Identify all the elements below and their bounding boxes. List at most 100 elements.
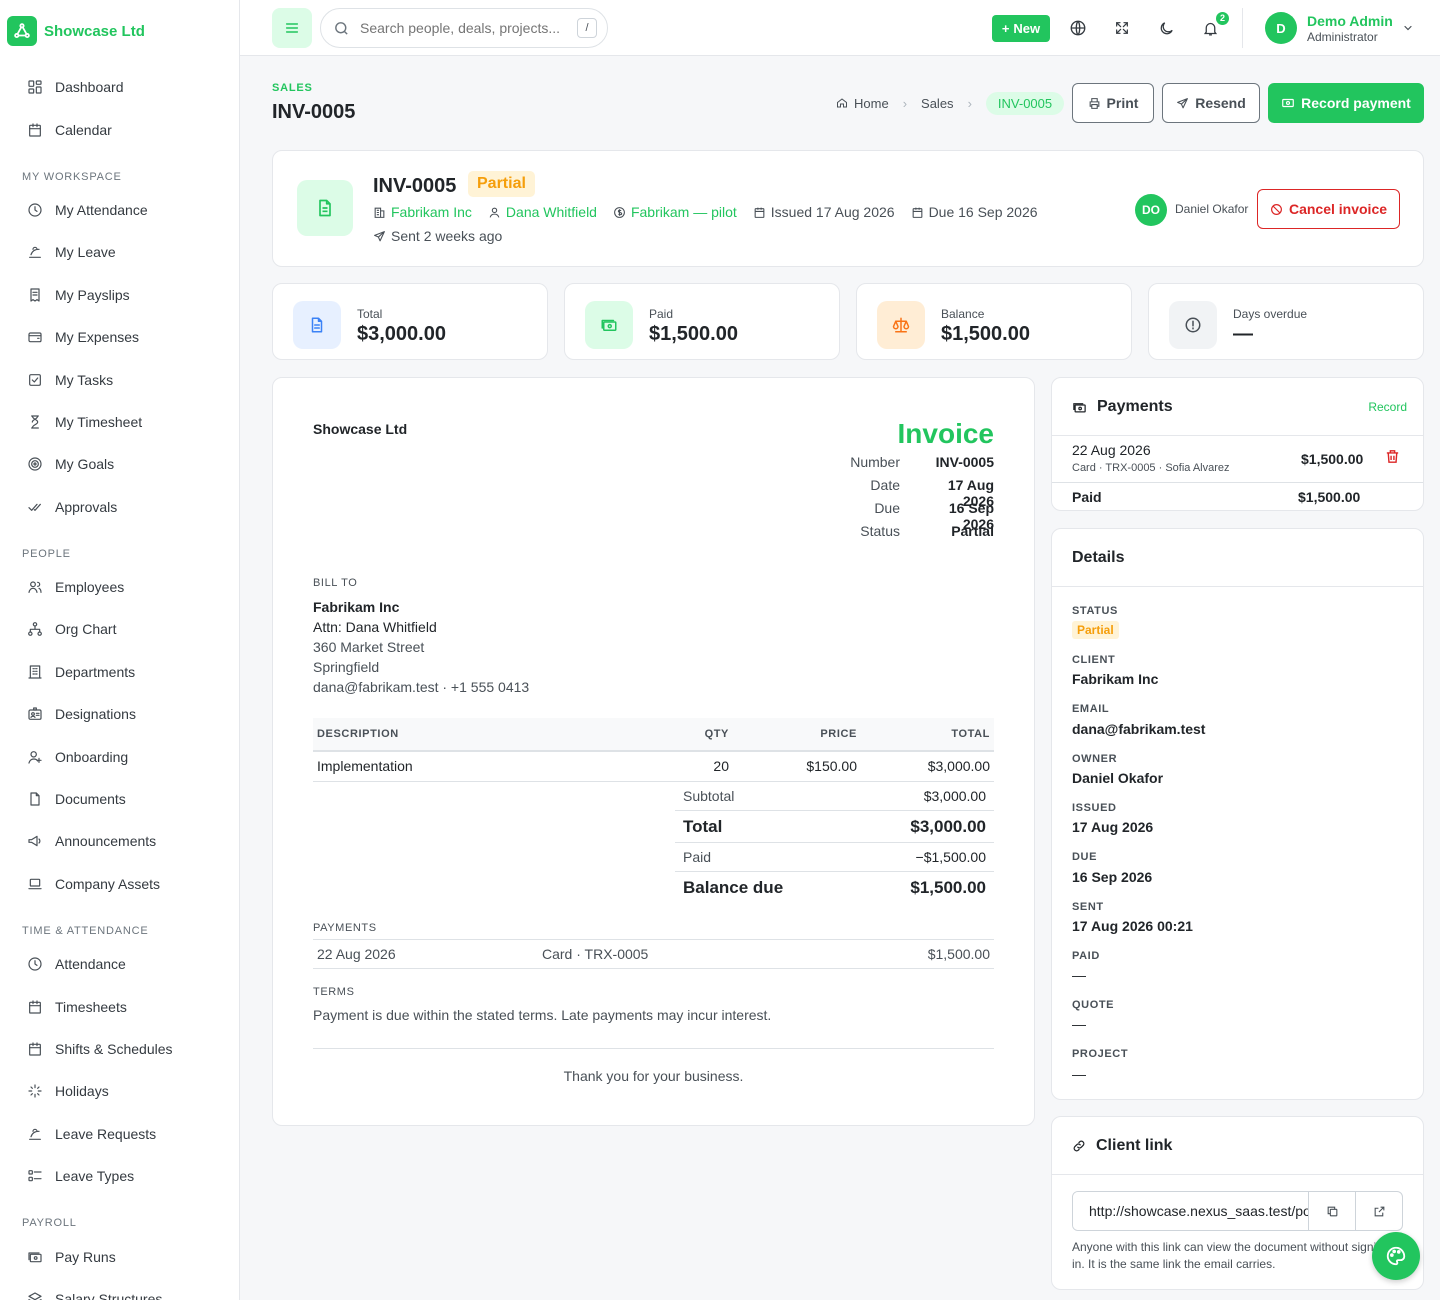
client-link[interactable]: Fabrikam Inc	[373, 204, 472, 220]
sidebar-nav: Dashboard Calendar MY WORKSPACE My Attendan…	[0, 62, 239, 1300]
calendar-icon	[29, 122, 41, 137]
theme-toggle-button[interactable]	[1155, 17, 1177, 39]
sidebar-item-my-payslips[interactable]: My Payslips	[0, 274, 239, 316]
target-icon	[28, 457, 42, 471]
sidebar-item-pay-runs[interactable]: Pay Runs	[0, 1235, 239, 1277]
sidebar-item-company-assets[interactable]: Company Assets	[0, 863, 239, 905]
item-qty: 20	[643, 751, 733, 782]
meta-value: INV-0005	[935, 454, 994, 470]
deal-name: Fabrikam — pilot	[630, 204, 737, 220]
paid-label: Paid	[683, 849, 712, 865]
menu-toggle-button[interactable]	[272, 8, 312, 48]
breadcrumb-home[interactable]: Home	[854, 96, 889, 111]
delete-payment-button[interactable]	[1384, 448, 1401, 465]
global-search[interactable]: /	[320, 8, 608, 48]
breadcrumb-separator: ›	[902, 95, 908, 111]
cancel-invoice-button[interactable]: Cancel invoice	[1257, 189, 1400, 229]
chevron-down-icon[interactable]	[1402, 22, 1414, 34]
search-input[interactable]	[360, 20, 570, 36]
email-value: dana@fabrikam.test	[1072, 721, 1206, 737]
sidebar-item-label: My Goals	[55, 456, 115, 473]
payment-date: 22 Aug 2026	[317, 946, 396, 962]
owner-value: Daniel Okafor	[1072, 770, 1164, 786]
sent-text: Sent 2 weeks ago	[391, 228, 503, 244]
client-link-input[interactable]	[1073, 1192, 1308, 1230]
theme-customizer-button[interactable]	[1372, 1232, 1420, 1280]
sidebar-item-designations[interactable]: Designations	[0, 693, 239, 735]
breadcrumb-sales[interactable]: Sales	[921, 96, 954, 111]
totals-block: Subtotal $3,000.00 Total $3,000.00 Paid …	[675, 782, 994, 904]
sidebar-item-shifts-and-schedules[interactable]: Shifts & Schedules	[0, 1028, 239, 1070]
item-price: $150.00	[733, 751, 861, 782]
deal-link[interactable]: Fabrikam — pilot	[613, 204, 737, 220]
fullscreen-button[interactable]	[1111, 17, 1133, 39]
sidebar-item-onboarding[interactable]: Onboarding	[0, 735, 239, 777]
dashboard-icon	[28, 80, 42, 94]
sidebar-item-my-attendance[interactable]: My Attendance	[0, 189, 239, 231]
sent-label: SENT	[1072, 901, 1104, 913]
sidebar: Showcase Ltd Dashboard Calendar MY WORKSPA…	[0, 0, 240, 1300]
paid-total-value: $1,500.00	[1298, 489, 1361, 505]
user-avatar[interactable]: D	[1265, 12, 1297, 44]
sidebar-item-my-tasks[interactable]: My Tasks	[0, 358, 239, 400]
sidebar-item-documents[interactable]: Documents	[0, 778, 239, 820]
quote-value: —	[1072, 1016, 1086, 1032]
language-button[interactable]	[1067, 17, 1089, 39]
cash-icon	[601, 319, 617, 331]
invoice-meta-number: Number INV-0005	[794, 454, 994, 470]
sidebar-item-attendance[interactable]: Attendance	[0, 943, 239, 985]
sidebar-item-my-timesheet[interactable]: My Timesheet	[0, 401, 239, 443]
sidebar-item-holidays[interactable]: Holidays	[0, 1070, 239, 1112]
paid-total-label: Paid	[1072, 489, 1102, 505]
user-name[interactable]: Demo Admin	[1307, 13, 1393, 29]
client-value: Fabrikam Inc	[1072, 671, 1159, 687]
details-card: Details STATUS Partial CLIENT Fabrikam I…	[1051, 528, 1424, 1100]
document-icon	[311, 317, 323, 333]
email-label: EMAIL	[1072, 703, 1110, 715]
contact-link[interactable]: Dana Whitfield	[488, 204, 597, 220]
open-link-button[interactable]	[1355, 1192, 1402, 1230]
sidebar-item-timesheets[interactable]: Timesheets	[0, 985, 239, 1027]
sidebar-item-leave-requests[interactable]: Leave Requests	[0, 1113, 239, 1155]
sidebar-item-employees[interactable]: Employees	[0, 566, 239, 608]
print-button[interactable]: Print	[1072, 83, 1154, 123]
bill-to-contact: dana@fabrikam.test · +1 555 0413	[313, 679, 530, 695]
sidebar-item-salary-structures[interactable]: Salary Structures	[0, 1278, 239, 1300]
sidebar-item-approvals[interactable]: Approvals	[0, 486, 239, 528]
printer-icon	[1089, 97, 1099, 109]
project-value: —	[1072, 1066, 1086, 1082]
calendar-icon	[912, 207, 922, 218]
moon-icon	[1160, 21, 1173, 34]
sidebar-item-org-chart[interactable]: Org Chart	[0, 608, 239, 650]
brand[interactable]: Showcase Ltd	[0, 0, 239, 62]
scale-icon	[892, 317, 910, 333]
sidebar-item-label: My Timesheet	[55, 413, 143, 430]
sidebar-item-label: My Payslips	[55, 286, 130, 303]
item-description: Implementation	[313, 751, 643, 782]
copy-link-button[interactable]	[1308, 1192, 1355, 1230]
resend-button[interactable]: Resend	[1162, 83, 1260, 123]
record-payment-link[interactable]: Record	[1368, 400, 1407, 414]
record-payment-button[interactable]: Record payment	[1268, 83, 1424, 123]
sidebar-item-announcements[interactable]: Announcements	[0, 820, 239, 862]
invoice-meta-status: Status Partial	[794, 523, 994, 539]
sidebar-item-dashboard[interactable]: Dashboard	[0, 66, 239, 108]
page-title: INV-0005	[272, 101, 356, 123]
sidebar-item-departments[interactable]: Departments	[0, 651, 239, 693]
copy-icon	[1327, 1206, 1337, 1216]
payments-card-title: Payments	[1097, 398, 1173, 415]
sidebar-item-my-goals[interactable]: My Goals	[0, 443, 239, 485]
sidebar-item-calendar[interactable]: Calendar	[0, 108, 239, 150]
new-button[interactable]: + New	[992, 15, 1050, 42]
stat-value: $3,000.00	[357, 323, 446, 345]
sidebar-item-leave-types[interactable]: Leave Types	[0, 1155, 239, 1197]
checkbox-icon	[29, 373, 41, 386]
org-chart-icon	[28, 622, 42, 637]
sidebar-item-label: Shifts & Schedules	[55, 1041, 173, 1057]
sidebar-item-label: My Tasks	[55, 371, 114, 388]
sidebar-item-my-expenses[interactable]: My Expenses	[0, 316, 239, 358]
sidebar-item-my-leave[interactable]: My Leave	[0, 231, 239, 273]
col-total: TOTAL	[861, 718, 994, 752]
sent-row: Sent 2 weeks ago	[373, 228, 502, 244]
owner-label: OWNER	[1072, 753, 1118, 765]
